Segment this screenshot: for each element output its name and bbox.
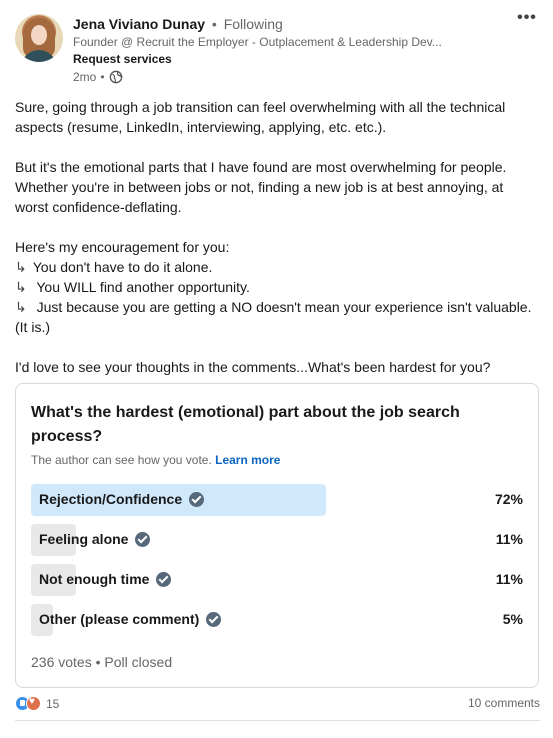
poll-question: What's the hardest (emotional) part abou… <box>31 404 460 445</box>
check-icon <box>156 571 172 587</box>
post-header: Jena Viviano Dunay • Following Founder @… <box>15 10 540 90</box>
poll-option[interactable]: Rejection/Confidence 72% <box>31 484 523 516</box>
poll-option-percent: 11% <box>495 571 523 587</box>
arrow-icon: ↳ <box>15 279 27 295</box>
arrow-icon: ↳ <box>15 299 27 315</box>
following-status[interactable]: Following <box>224 16 283 32</box>
poll-option[interactable]: Other (please comment) 5% <box>31 604 523 636</box>
paragraph: Here's my encouragement for you: <box>15 239 230 255</box>
poll-option-percent: 5% <box>502 611 523 627</box>
comments-count[interactable]: 10 comments <box>468 696 540 710</box>
poll-option-percent: 11% <box>495 531 523 547</box>
paragraph <box>15 337 540 357</box>
paragraph: But it's the emotional parts that I have… <box>15 159 507 215</box>
check-icon <box>135 531 151 547</box>
post-card: Jena Viviano Dunay • Following Founder @… <box>0 0 553 738</box>
author-headline: Founder @ Recruit the Employer - Outplac… <box>73 35 442 49</box>
post-body: Sure, going through a job transition can… <box>15 97 540 377</box>
paragraph <box>15 217 540 237</box>
separator-dot: • <box>211 16 217 32</box>
post-time: 2mo <box>73 70 97 84</box>
poll-option-label: Not enough time <box>39 571 150 587</box>
request-services-link[interactable]: Request services <box>73 52 172 66</box>
paragraph <box>15 137 540 157</box>
check-icon <box>189 491 205 507</box>
divider <box>15 720 540 721</box>
author-line: Jena Viviano Dunay • Following <box>73 16 283 32</box>
poll-option[interactable]: Feeling alone 11% <box>31 524 523 556</box>
arrow-icon: ↳ <box>15 259 27 275</box>
bullet-item: ↳ You WILL find another opportunity. <box>15 279 250 295</box>
closing-paragraph: I'd love to see your thoughts in the com… <box>15 359 491 375</box>
avatar[interactable] <box>15 14 63 62</box>
globe-icon <box>109 70 122 84</box>
bullet-item: ↳ Just because you are getting a NO does… <box>15 299 532 335</box>
poll-status: Poll closed <box>104 654 173 670</box>
author-name[interactable]: Jena Viviano Dunay <box>73 16 205 32</box>
reactions[interactable]: 15 <box>15 696 59 711</box>
reaction-count: 15 <box>46 696 60 711</box>
check-icon <box>206 611 222 627</box>
separator-dot: • <box>100 70 105 84</box>
poll-option-percent: 72% <box>494 491 523 507</box>
more-options-icon[interactable]: ••• <box>517 10 537 28</box>
poll-footer: 236 votes • Poll closed <box>31 654 172 670</box>
social-counts: 15 10 comments <box>15 694 540 714</box>
learn-more-link[interactable]: Learn more <box>215 453 280 467</box>
poll-option[interactable]: Not enough time 11% <box>31 564 523 596</box>
bullet-item: ↳ You don't have to do it alone. <box>15 259 213 275</box>
poll: What's the hardest (emotional) part abou… <box>15 383 539 688</box>
vote-count[interactable]: 236 votes <box>31 654 92 670</box>
poll-option-label: Rejection/Confidence <box>39 491 183 507</box>
poll-note: The author can see how you vote. Learn m… <box>31 453 281 467</box>
love-reaction-icon <box>26 696 41 711</box>
post-meta: 2mo • <box>73 70 123 84</box>
paragraph: Sure, going through a job transition can… <box>15 99 506 135</box>
poll-option-label: Feeling alone <box>39 531 129 547</box>
poll-option-label: Other (please comment) <box>39 611 200 627</box>
